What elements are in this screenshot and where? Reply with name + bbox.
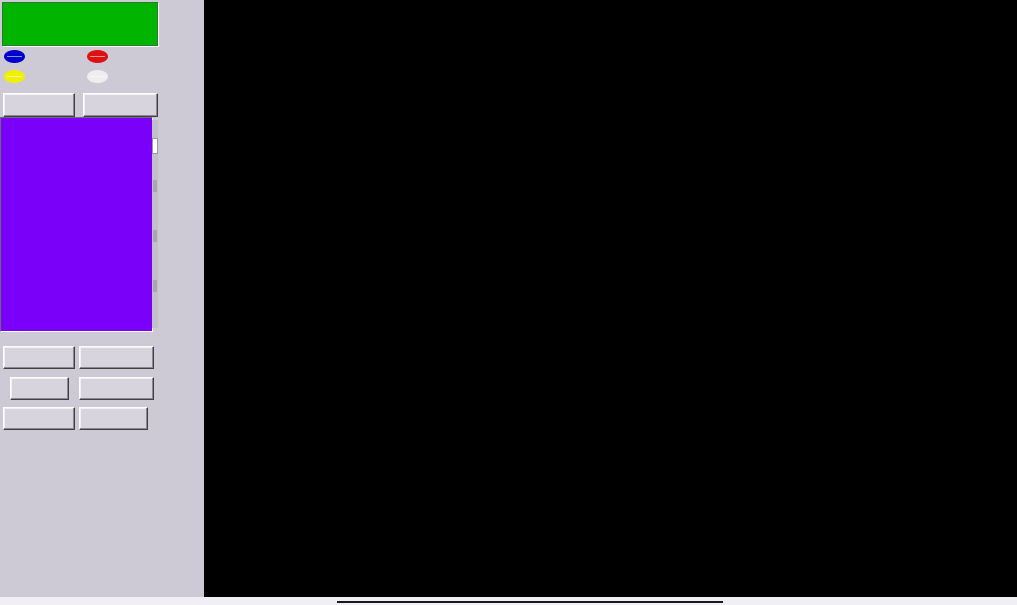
axis-titles-layer [204,0,1017,597]
legend-item-physical [4,46,81,66]
curve-legend [4,46,164,88]
sidebar [0,0,204,597]
quit-button[interactable] [79,407,148,430]
print-curve-button[interactable] [3,407,75,430]
add-male-button[interactable] [3,93,75,117]
hope-project-banner [2,2,158,46]
intellectual-color-dot-icon [87,50,108,63]
legend-item-intellectual [87,46,164,66]
scrollbar-mark [153,280,157,292]
find-friends-button[interactable] [79,346,154,369]
scrollbar-mark [153,180,157,192]
legend-item-average [87,66,164,86]
physical-color-dot-icon [4,50,25,63]
calculate-button[interactable] [10,377,69,400]
average-color-dot-icon [87,70,108,83]
biorhythm-chart-area [204,0,1017,597]
emotional-color-dot-icon [4,70,25,83]
scrollbar-mark [153,230,157,242]
bottom-divider-line [337,601,723,603]
add-female-button[interactable] [83,93,158,117]
listbox-scrollbar[interactable] [152,120,158,328]
person-listbox[interactable] [0,117,153,332]
scrollbar-thumb[interactable] [152,138,158,154]
legend-item-emotional [4,66,81,86]
settings-button[interactable] [79,377,154,400]
biorhythm-app-window [0,0,1017,605]
life-guide-button[interactable] [3,346,75,369]
